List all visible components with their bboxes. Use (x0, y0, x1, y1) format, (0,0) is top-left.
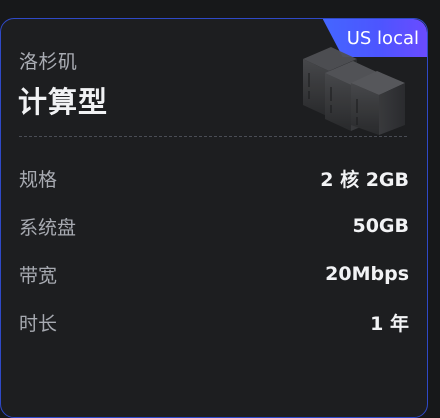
spec-label: 系统盘 (19, 216, 77, 239)
spec-label: 规格 (19, 168, 58, 191)
spec-value: 50GB (352, 215, 409, 237)
spec-row-size: 规格 2 核 2GB (19, 163, 409, 193)
spec-value: 2 核 2GB (320, 168, 409, 191)
server-rack-icon (303, 47, 405, 135)
spec-label: 带宽 (19, 264, 58, 287)
spec-value: 20Mbps (325, 263, 409, 285)
plan-title: 计算型 (18, 85, 109, 119)
region-name: 洛杉矶 (19, 51, 78, 73)
spec-row-bandwidth: 带宽 20Mbps (19, 259, 409, 289)
plan-card[interactable]: US local 洛杉矶 计算型 规格 2 核 2GB 系统盘 50GB 带宽 … (0, 18, 428, 418)
spec-row-duration: 时长 1 年 (19, 307, 409, 337)
spec-value: 1 年 (370, 312, 409, 335)
section-divider (19, 136, 407, 137)
spec-row-disk: 系统盘 50GB (19, 211, 409, 241)
spec-label: 时长 (19, 312, 58, 335)
